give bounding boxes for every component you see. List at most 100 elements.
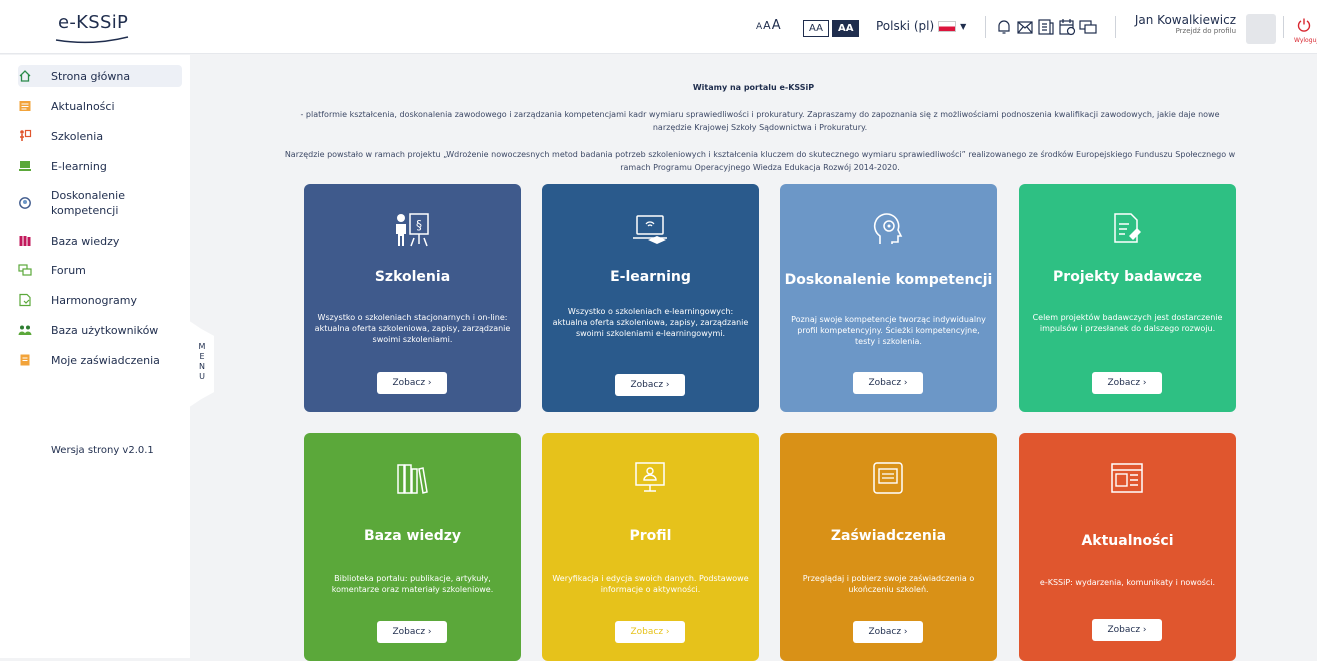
card-news[interactable]: Aktualności e-KSSiP: wydarzenia, komunik… xyxy=(1019,433,1236,661)
contrast-normal-button[interactable]: AA xyxy=(803,20,829,37)
logout-label: Wyloguj xyxy=(1294,37,1317,44)
sidebar-item-schedules[interactable]: Harmonogramy xyxy=(18,291,182,309)
card-title: Projekty badawcze xyxy=(1053,269,1202,285)
sidebar-item-label: Szkolenia xyxy=(51,129,104,143)
see-more-button[interactable]: Zobacz › xyxy=(1092,619,1162,641)
card-description: Celem projektów badawczych jest dostarcz… xyxy=(1032,313,1223,333)
mail-icon[interactable] xyxy=(1016,18,1034,36)
card-knowledge-base[interactable]: Baza wiedzy Biblioteka portalu: publikac… xyxy=(304,433,521,661)
sidebar-item-label: Moje zaświadczenia xyxy=(51,353,160,367)
sidebar: Strona główna Aktualności Szkolenia E-le… xyxy=(0,55,190,658)
sidebar-item-competence[interactable]: Doskonalenie kompetencji xyxy=(18,187,182,219)
chevron-down-icon: ▼ xyxy=(960,21,967,31)
font-size-medium[interactable]: A xyxy=(763,19,771,32)
sidebar-item-certificates[interactable]: Moje zaświadczenia xyxy=(18,351,182,369)
laptop-graduation-icon xyxy=(633,215,667,244)
card-title: Baza wiedzy xyxy=(363,528,462,544)
sidebar-item-home[interactable]: Strona główna xyxy=(18,65,182,87)
user-info[interactable]: Jan Kowalkiewicz Przejdź do profilu xyxy=(1130,13,1236,35)
see-more-button[interactable]: Zobacz › xyxy=(377,621,447,643)
sidebar-item-label: Strona główna xyxy=(51,69,131,83)
sidebar-item-label: Baza wiedzy xyxy=(51,234,120,248)
card-certificates[interactable]: Zaświadczenia Przeglądaj i pobierz swoje… xyxy=(780,433,997,661)
books-icon xyxy=(397,464,428,494)
card-title: Aktualności xyxy=(1081,533,1174,549)
home-icon xyxy=(19,70,31,82)
sidebar-item-label: Forum xyxy=(51,263,86,277)
calendar-icon[interactable] xyxy=(1058,18,1076,36)
see-more-button[interactable]: Zobacz › xyxy=(377,372,447,394)
card-title: Zaświadczenia xyxy=(830,528,947,544)
project-info-text: Narzędzie powstało w ramach projektu „Wd… xyxy=(284,150,1236,172)
chat-icon[interactable] xyxy=(1079,18,1097,36)
certificate-icon xyxy=(20,354,30,366)
card-description: Wszystko o szkoleniach stacjonarnych i o… xyxy=(314,313,511,344)
divider xyxy=(1283,16,1284,38)
card-profile[interactable]: Profil Weryfikacja i edycja swoich danyc… xyxy=(542,433,759,661)
sidebar-item-news[interactable]: Aktualności xyxy=(18,97,182,115)
sidebar-item-label: Baza użytkowników xyxy=(51,323,159,337)
competence-icon xyxy=(19,197,31,209)
card-title: Profil xyxy=(629,528,672,544)
poland-flag-icon xyxy=(938,20,957,32)
forum-icon xyxy=(18,264,32,276)
see-more-button[interactable]: Zobacz › xyxy=(853,621,923,643)
sidebar-item-label: E-learning xyxy=(51,159,107,173)
sidebar-item-label: Doskonalenie kompetencji xyxy=(51,189,125,217)
see-more-button[interactable]: Zobacz › xyxy=(615,621,685,643)
intro-text: - platformie kształcenia, doskonalenia z… xyxy=(300,110,1220,132)
library-icon xyxy=(19,236,31,246)
documents-icon[interactable] xyxy=(1037,18,1055,36)
menu-tab-label: MENU xyxy=(198,342,206,381)
font-size-large[interactable]: A xyxy=(772,18,781,33)
bell-icon[interactable] xyxy=(995,18,1013,36)
contrast-high-button[interactable]: AA xyxy=(831,20,860,37)
head-gear-icon xyxy=(873,213,903,244)
schedule-icon xyxy=(19,293,31,307)
logo-swoosh xyxy=(55,36,129,44)
sidebar-item-elearning[interactable]: E-learning xyxy=(18,157,182,175)
avatar[interactable] xyxy=(1246,14,1276,44)
welcome-heading: Witamy na portalu e-KSSiP xyxy=(692,83,815,92)
top-bar: e-KSSiP AAA AA AA Polski (pl) ▼ Jan Kowa… xyxy=(0,0,1317,54)
divider xyxy=(985,16,986,38)
logout-button[interactable]: Wyloguj xyxy=(1294,17,1317,44)
card-description: Wszystko o szkoleniach e-learningowych: … xyxy=(552,307,749,338)
sidebar-item-label: Harmonogramy xyxy=(51,293,137,307)
sidebar-item-users[interactable]: Baza użytkowników xyxy=(18,321,182,339)
contrast-controls: AA AA xyxy=(803,20,860,37)
sidebar-item-label: Aktualności xyxy=(51,99,115,113)
profile-monitor-icon xyxy=(635,462,665,492)
svg-text:§: § xyxy=(416,218,422,232)
see-more-button[interactable]: Zobacz › xyxy=(1092,372,1162,394)
logo[interactable]: e-KSSiP xyxy=(58,12,128,33)
card-description: Poznaj swoje kompetencje tworząc indywid… xyxy=(791,315,986,346)
user-name: Jan Kowalkiewicz xyxy=(1134,13,1236,27)
card-elearning[interactable]: E-learning Wszystko o szkoleniach e-lear… xyxy=(542,184,759,412)
card-szkolenia[interactable]: § Szkolenia Wszystko o szkoleniach stacj… xyxy=(304,184,521,412)
trainer-board-icon: § xyxy=(396,213,429,247)
news-browser-icon xyxy=(1111,463,1143,493)
news-icon xyxy=(19,101,31,111)
elearning-icon xyxy=(19,161,31,171)
see-more-button[interactable]: Zobacz › xyxy=(615,374,685,396)
sidebar-item-training[interactable]: Szkolenia xyxy=(18,127,182,145)
font-size-small[interactable]: A xyxy=(756,22,762,32)
profile-link[interactable]: Przejdź do profilu xyxy=(1130,27,1236,35)
power-icon xyxy=(1297,18,1311,32)
card-title: Szkolenia xyxy=(374,269,451,285)
see-more-button[interactable]: Zobacz › xyxy=(853,372,923,394)
menu-toggle-tab[interactable]: MENU xyxy=(188,320,214,408)
card-description: e-KSSiP: wydarzenia, komunikaty i nowośc… xyxy=(1039,578,1216,587)
card-competence[interactable]: Doskonalenie kompetencji Poznaj swoje ko… xyxy=(780,184,997,412)
certificate-frame-icon xyxy=(873,462,903,494)
divider xyxy=(1115,16,1116,38)
card-research[interactable]: Projekty badawcze Celem projektów badawc… xyxy=(1019,184,1236,412)
language-label: Polski (pl) xyxy=(876,19,935,33)
sidebar-item-forum[interactable]: Forum xyxy=(18,261,182,279)
research-doc-icon xyxy=(1114,213,1141,243)
site-version: Wersja strony v2.0.1 xyxy=(51,445,154,456)
sidebar-item-knowledge[interactable]: Baza wiedzy xyxy=(18,232,182,250)
language-selector[interactable]: Polski (pl) ▼ xyxy=(876,19,966,33)
card-description: Biblioteka portalu: publikacje, artykuły… xyxy=(331,574,494,594)
